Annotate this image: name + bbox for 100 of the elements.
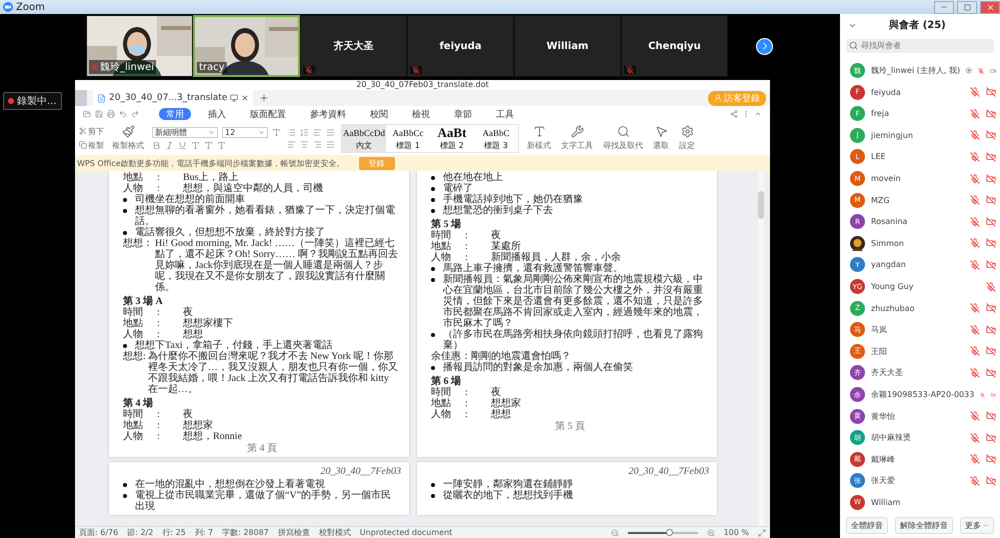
field-label: 人物 [123, 431, 144, 442]
toolbar-icon [95, 110, 103, 118]
mic-muted-icon[interactable] [970, 152, 980, 162]
style-option[interactable]: AaBbCcDd 內文 [342, 124, 386, 152]
bullet-text: 他在地在地上 [443, 172, 503, 183]
page-footer: 第 4 頁 [123, 443, 401, 454]
mic-muted-icon[interactable] [970, 260, 980, 270]
search-icon [616, 125, 630, 138]
colon: : [465, 230, 469, 241]
bullet [123, 198, 127, 202]
document-tab[interactable]: 20_30_40_07...3_translate [93, 90, 254, 106]
mic-muted-icon[interactable] [986, 282, 996, 292]
mic-muted-icon[interactable] [970, 174, 980, 184]
speaker: 想想： [123, 238, 153, 251]
participant-name: Young Guy [871, 282, 914, 292]
mic-muted-icon[interactable] [970, 368, 980, 378]
participant-name: 齐天大圣 [871, 367, 904, 378]
close-icon [241, 94, 250, 102]
participant-name: 黄华怡 [871, 410, 896, 422]
tool-button[interactable]: 尋找及取代 [601, 125, 645, 151]
mic-muted-icon[interactable] [970, 476, 980, 486]
mic-muted-icon[interactable] [970, 346, 980, 356]
paragraph-icon [326, 140, 335, 148]
cursor-icon [654, 125, 668, 138]
paragraph-icon [313, 128, 322, 136]
menu-tab[interactable]: 章節 [447, 108, 479, 120]
dialogue-text: Hi! Good morning, Mr. Jack! ……（一陣笑）這裡已經七點了，還不起床？Oh! Sorry…… 啊？我剛說五點再回去見妳嘛，Jack你到底現在是一個人睡還是兩個人？步呢，我現在又不是你女朋友了，跟我說實話有什麼關係。 [155, 238, 399, 293]
colon: : [465, 409, 469, 420]
field-label: 地點 [123, 172, 144, 183]
bullet-text: 電碎了 [443, 183, 473, 194]
zoom-out-icon [610, 528, 619, 536]
participant-name: yangdan [871, 260, 907, 270]
status-item: 校對模式 [318, 527, 351, 538]
fullscreen-icon [758, 528, 766, 536]
mic-muted-icon[interactable] [970, 216, 980, 227]
maximize-button[interactable] [957, 0, 977, 14]
bullet [431, 176, 435, 180]
bullet-text: 電話響很久，但想想不放棄，終於對方接了 [135, 227, 325, 238]
colon: : [157, 409, 161, 420]
menu-tab[interactable]: 插入 [201, 108, 233, 120]
mic-muted-icon[interactable] [970, 432, 980, 443]
participant-name: jiemingjun [871, 130, 914, 140]
field-value: 夜 [491, 387, 501, 398]
tool-button[interactable]: 文字工具 [559, 125, 595, 151]
mute-button[interactable]: 解除全體靜音 [895, 517, 953, 534]
format-painter-button[interactable]: 複製格式 [110, 125, 146, 151]
colon: : [465, 387, 469, 398]
toolbar-icon [131, 110, 139, 118]
mic-muted-icon[interactable] [970, 130, 980, 140]
field-value: 新聞播報員，人群，余，小余 [491, 252, 622, 263]
mic-muted-icon[interactable] [978, 66, 984, 76]
caret-icon [208, 128, 215, 136]
cut-button[interactable]: 剪下 [79, 126, 104, 136]
caret-icon [258, 128, 265, 136]
tool-button[interactable]: 新樣式 [525, 125, 553, 151]
tool-button[interactable]: 選取 [651, 125, 671, 151]
mic-muted-icon[interactable] [970, 108, 980, 119]
field-value: 想想，與遠空中鄰的人員，司機 [183, 183, 324, 194]
slider-thumb[interactable] [666, 528, 673, 536]
bullet-text: 想想下Taxi，拿箱子，付錢，手上還夾著電話 [135, 340, 333, 351]
font-size-select[interactable]: 12 [222, 126, 268, 138]
caret-icon [982, 522, 989, 530]
menu-tab[interactable]: 版面配置 [243, 108, 293, 120]
colon: : [157, 420, 161, 431]
format-icon [165, 140, 174, 150]
font-select[interactable]: 新細明體 [152, 126, 218, 138]
format-icon [178, 140, 187, 150]
colon: : [465, 241, 469, 252]
mic-muted-icon[interactable] [970, 195, 980, 206]
mic-muted-icon[interactable] [970, 324, 980, 335]
copy-icon [79, 141, 87, 149]
menu-tab[interactable]: 參考資料 [303, 108, 353, 120]
bullet [431, 278, 435, 282]
mic-muted-icon[interactable] [970, 87, 980, 98]
field-label: 人物 [123, 329, 143, 340]
mic-muted-icon[interactable] [970, 454, 980, 464]
tool-button[interactable]: 設定 [677, 125, 697, 151]
mic-muted-icon[interactable] [970, 411, 980, 422]
gear-icon [680, 125, 694, 138]
copy-button[interactable]: 複製 [79, 140, 104, 150]
mic-muted-icon[interactable] [970, 303, 980, 314]
menu-tab[interactable]: 工具 [489, 108, 521, 120]
paragraph-icon [326, 128, 335, 136]
mic-muted-icon[interactable] [980, 390, 986, 400]
menu-tab[interactable]: 校閱 [363, 108, 395, 120]
search-icon [849, 41, 858, 50]
field-value: 夜 [183, 307, 193, 318]
notice-text: WPS Office啟動更多功能，電話手機多端同步檔案數據，帳號加密更安全。 [77, 158, 345, 168]
mic-muted-icon[interactable] [970, 238, 980, 248]
close-button[interactable] [980, 0, 1000, 14]
menu-tab[interactable]: 檢視 [405, 108, 437, 120]
next-page-button[interactable] [756, 38, 773, 54]
participant-row[interactable]: Simmon [840, 232, 1000, 254]
paragraph-icon [287, 128, 296, 136]
scrollbar[interactable] [758, 171, 764, 526]
menu-tab[interactable]: 常用 [159, 108, 191, 120]
app-logo-icon [3, 2, 13, 12]
status-item: Unprotected document [360, 528, 452, 537]
mute-button[interactable]: 全體靜音 [846, 517, 888, 534]
more-button[interactable]: 更多 [960, 517, 994, 534]
